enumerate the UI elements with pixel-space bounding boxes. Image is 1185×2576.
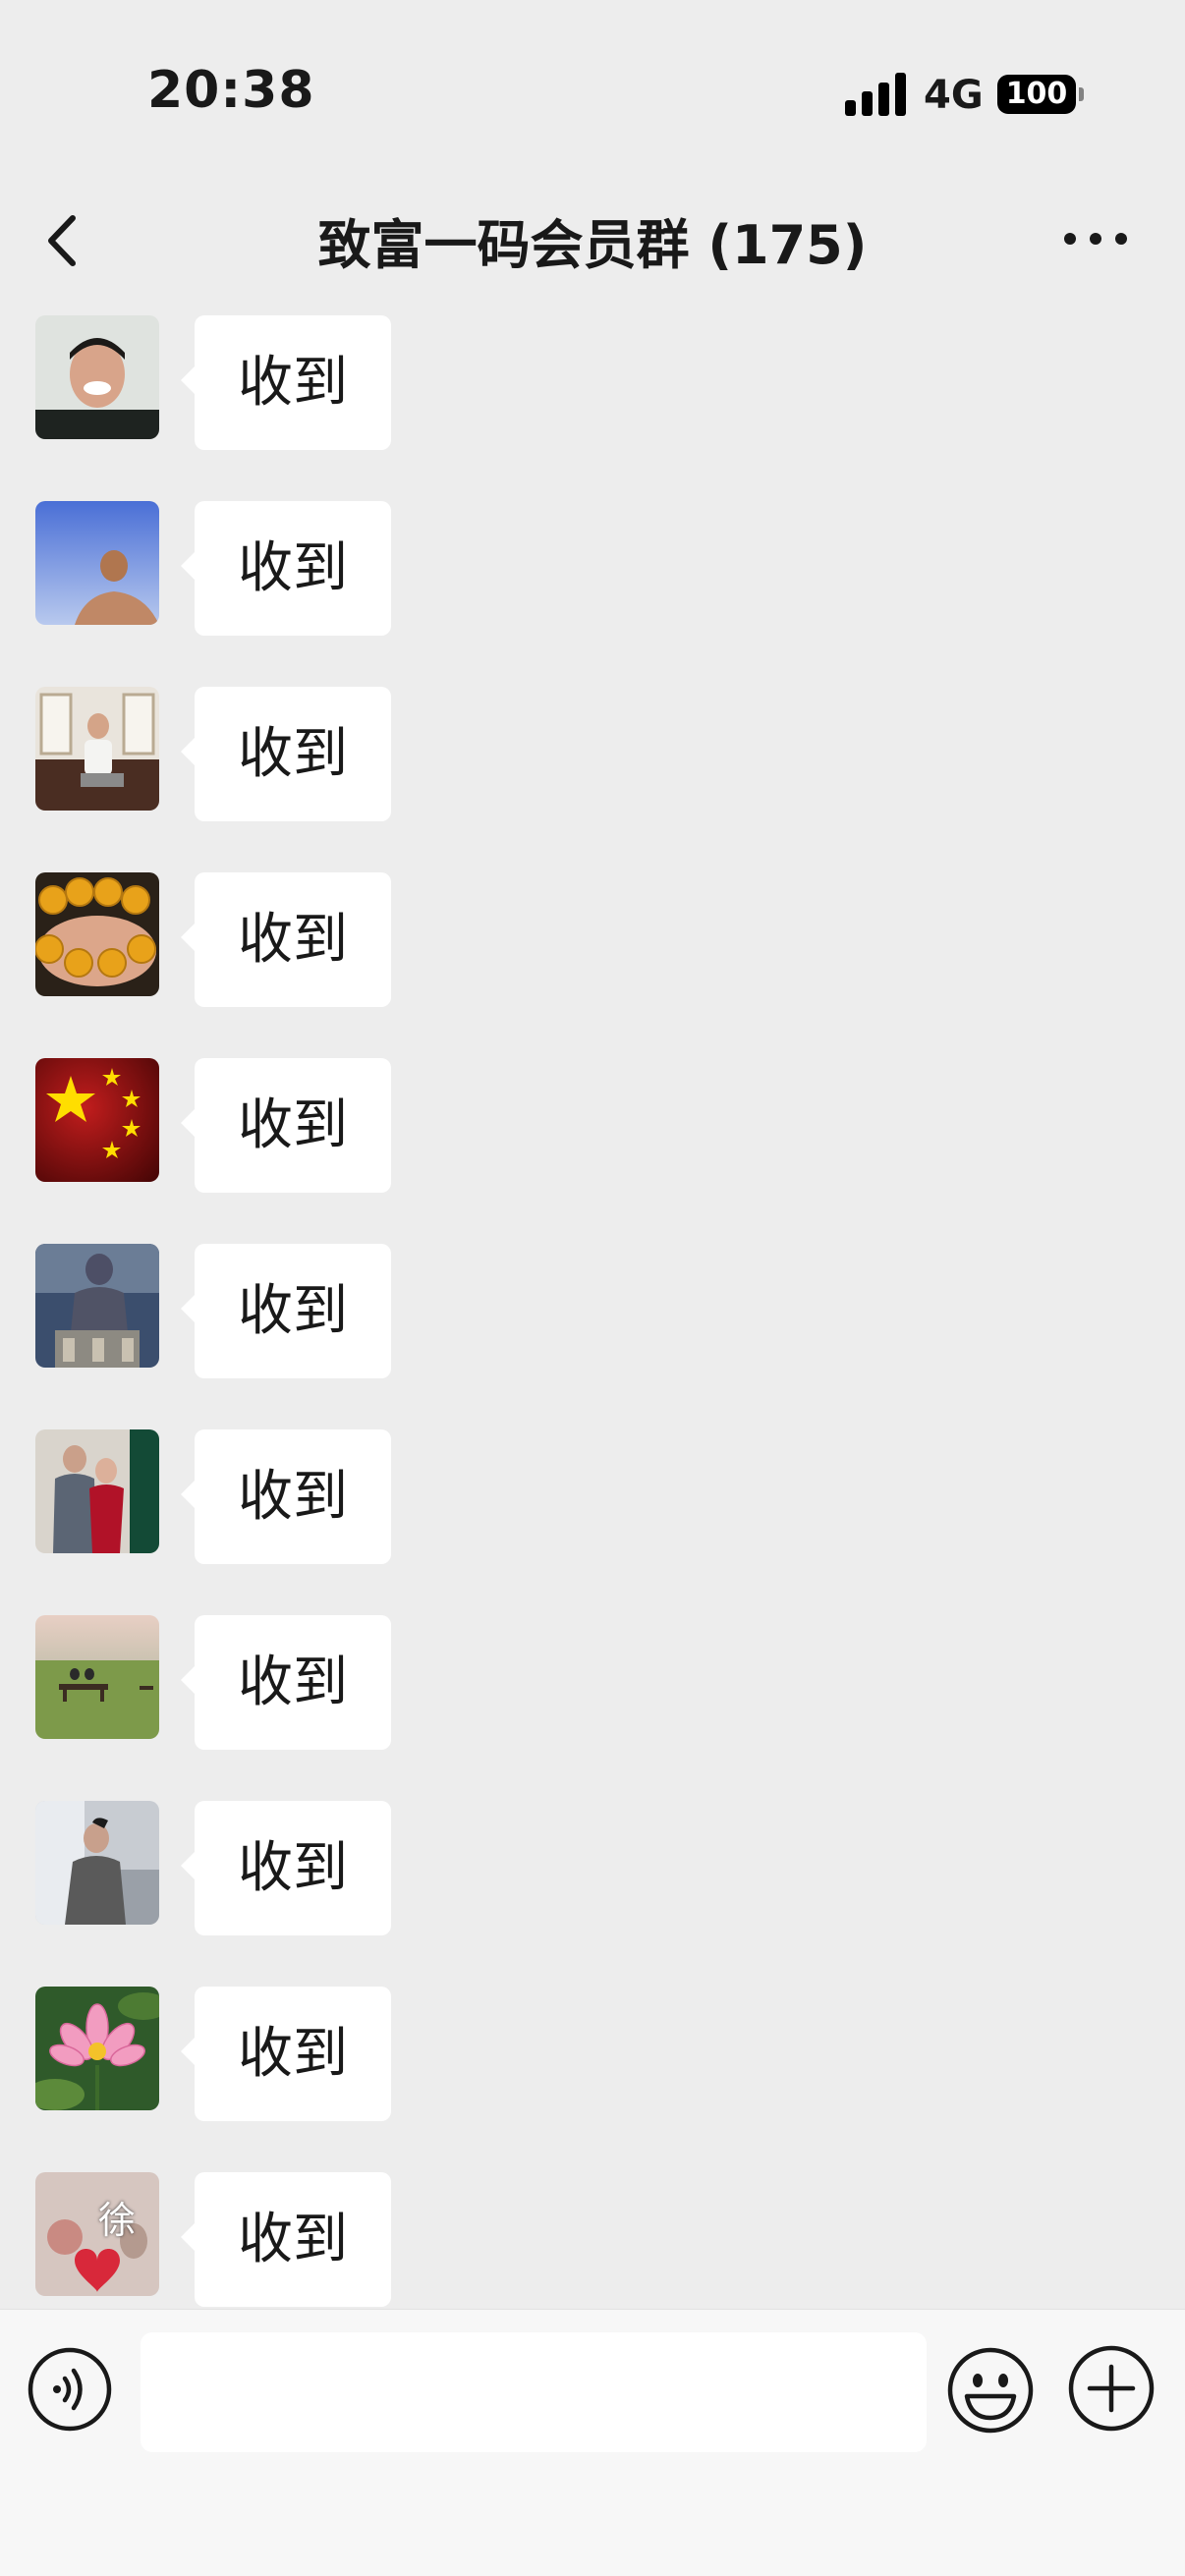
avatar-amber-beads[interactable] [35, 872, 159, 996]
message-row: 收到 [0, 1595, 1185, 1750]
chat-message-list[interactable]: 收到 收到 收到 收到 收到 收到 收到 收到 收到 收到 徐 收到 [0, 295, 1185, 2309]
message-input[interactable] [141, 2332, 927, 2452]
battery-tip [1079, 87, 1084, 101]
message-row: 收到 [0, 1966, 1185, 2121]
message-bubble[interactable]: 收到 [181, 1801, 391, 1935]
battery-icon: 100 [997, 75, 1076, 114]
avatar-pink-lotus[interactable] [35, 1987, 159, 2110]
voice-icon[interactable] [26, 2345, 114, 2434]
message-row: 收到 [0, 295, 1185, 450]
avatar-smiling-man[interactable] [35, 315, 159, 439]
more-dots-icon[interactable] [1061, 221, 1130, 256]
avatar-grassland-bench[interactable] [35, 1615, 159, 1739]
status-time: 20:38 [147, 61, 315, 120]
message-row: 收到 [0, 666, 1185, 821]
avatar-man-blue-sky[interactable] [35, 501, 159, 625]
message-bubble[interactable]: 收到 [181, 1987, 391, 2121]
avatar-china-flag[interactable] [35, 1058, 159, 1182]
message-row: 徐 收到 [0, 2152, 1185, 2307]
message-row: 收到 [0, 1409, 1185, 1564]
message-bubble[interactable]: 收到 [181, 872, 391, 1007]
message-bubble[interactable]: 收到 [181, 687, 391, 821]
page-title: 致富一码会员群 (175) [317, 214, 868, 276]
emoji-icon[interactable] [945, 2345, 1036, 2436]
plus-icon[interactable] [1066, 2343, 1157, 2434]
message-bubble[interactable]: 收到 [181, 2172, 391, 2307]
top-bar: 20:38 4G 100 致富一码会员群 (175) [0, 0, 1185, 295]
message-bubble[interactable]: 收到 [181, 1429, 391, 1564]
message-row: 收到 [0, 1037, 1185, 1193]
avatar-glyph: 徐 [98, 2199, 137, 2242]
avatar-man-in-coat[interactable] [35, 1801, 159, 1925]
network-type: 4G [924, 73, 984, 118]
message-row: 收到 [0, 1223, 1185, 1378]
avatar-man-on-sofa[interactable] [35, 687, 159, 811]
avatar-couple-photo[interactable] [35, 1429, 159, 1553]
signal-icon [845, 73, 906, 116]
message-bubble[interactable]: 收到 [181, 315, 391, 450]
message-bubble[interactable]: 收到 [181, 1615, 391, 1750]
message-row: 收到 [0, 1780, 1185, 1935]
message-row: 收到 [0, 852, 1185, 1007]
message-bubble[interactable]: 收到 [181, 501, 391, 636]
input-bar [0, 2309, 1185, 2576]
avatar-xu-heart[interactable]: 徐 [35, 2172, 159, 2296]
message-row: 收到 [0, 480, 1185, 636]
message-bubble[interactable]: 收到 [181, 1058, 391, 1193]
message-bubble[interactable]: 收到 [181, 1244, 391, 1378]
avatar-statue-figure[interactable] [35, 1244, 159, 1368]
